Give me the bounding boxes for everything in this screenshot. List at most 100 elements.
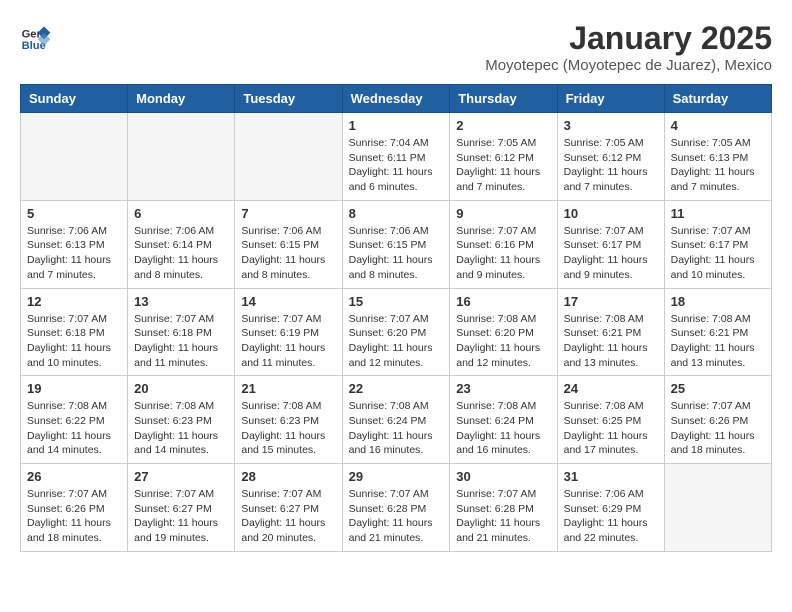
calendar-cell: 16Sunrise: 7:08 AMSunset: 6:20 PMDayligh… (450, 288, 557, 376)
calendar-cell: 17 Sunrise: 7:08 AMSunset: 6:21 PMDayligh… (557, 288, 664, 376)
calendar-cell: 8 Sunrise: 7:06 AMSunset: 6:15 PMDaylight… (342, 200, 450, 288)
day-info: Sunrise: 7:07 AMSunset: 6:26 PMDaylight:… (671, 399, 765, 458)
day-info: Sunrise: 7:08 AMSunset: 6:22 PMDaylight:… (27, 399, 121, 458)
day-info: Sunrise: 7:05 AMSunset: 6:13 PMDaylight:… (671, 136, 765, 195)
day-info: Sunrise: 7:05 AMSunset: 6:12 PMDaylight:… (456, 136, 550, 195)
calendar-header-thursday: Thursday (450, 85, 557, 113)
calendar-cell: 5Sunrise: 7:06 AMSunset: 6:13 PMDaylight… (21, 200, 128, 288)
day-number: 29 (349, 469, 444, 484)
day-info: Sunrise: 7:06 AMSunset: 6:15 PMDaylight:… (349, 224, 444, 283)
calendar-header-friday: Friday (557, 85, 664, 113)
calendar-subtitle: Moyotepec (Moyotepec de Juarez), Mexico (485, 57, 772, 74)
day-number: 27 (134, 469, 228, 484)
calendar-cell: 6Sunrise: 7:06 AMSunset: 6:14 PMDaylight… (128, 200, 235, 288)
calendar-cell: 20Sunrise: 7:08 AMSunset: 6:23 PMDayligh… (128, 376, 235, 464)
day-number: 11 (671, 206, 765, 221)
day-info: Sunrise: 7:07 AMSunset: 6:19 PMDaylight:… (241, 312, 335, 371)
day-info: Sunrise: 7:07 AMSunset: 6:16 PMDaylight:… (456, 224, 550, 283)
day-number: 19 (27, 381, 121, 396)
page-header: Gen Blue January 2025 Moyotepec (Moyotep… (20, 20, 772, 74)
day-number: 23 (456, 381, 550, 396)
day-info: Sunrise: 7:08 AMSunset: 6:23 PMDaylight:… (134, 399, 228, 458)
calendar-cell: 13 Sunrise: 7:07 AMSunset: 6:18 PMDayligh… (128, 288, 235, 376)
logo: Gen Blue (20, 20, 52, 52)
day-info: Sunrise: 7:05 AMSunset: 6:12 PMDaylight:… (564, 136, 658, 195)
day-info: Sunrise: 7:07 AMSunset: 6:18 PMDaylight:… (27, 312, 121, 371)
day-info: Sunrise: 7:07 AMSunset: 6:28 PMDaylight:… (456, 487, 550, 546)
calendar-cell: 24 Sunrise: 7:08 AMSunset: 6:25 PMDayligh… (557, 376, 664, 464)
day-info: Sunrise: 7:07 AMSunset: 6:20 PMDaylight:… (349, 312, 444, 371)
week-row-2: 12Sunrise: 7:07 AMSunset: 6:18 PMDayligh… (21, 288, 772, 376)
day-number: 17 (564, 294, 658, 309)
day-info: Sunrise: 7:08 AMSunset: 6:21 PMDaylight:… (671, 312, 765, 371)
day-number: 8 (349, 206, 444, 221)
day-number: 26 (27, 469, 121, 484)
title-section: January 2025 Moyotepec (Moyotepec de Jua… (485, 20, 772, 74)
calendar-cell (128, 113, 235, 201)
week-row-1: 5Sunrise: 7:06 AMSunset: 6:13 PMDaylight… (21, 200, 772, 288)
day-number: 24 (564, 381, 658, 396)
logo-icon: Gen Blue (20, 20, 52, 52)
day-number: 7 (241, 206, 335, 221)
calendar-cell: 27 Sunrise: 7:07 AMSunset: 6:27 PMDayligh… (128, 464, 235, 552)
day-number: 5 (27, 206, 121, 221)
day-number: 14 (241, 294, 335, 309)
calendar-cell: 26Sunrise: 7:07 AMSunset: 6:26 PMDayligh… (21, 464, 128, 552)
day-number: 15 (349, 294, 444, 309)
calendar-cell: 22Sunrise: 7:08 AMSunset: 6:24 PMDayligh… (342, 376, 450, 464)
day-info: Sunrise: 7:06 AMSunset: 6:29 PMDaylight:… (564, 487, 658, 546)
day-info: Sunrise: 7:08 AMSunset: 6:24 PMDaylight:… (456, 399, 550, 458)
day-number: 3 (564, 118, 658, 133)
day-number: 2 (456, 118, 550, 133)
day-info: Sunrise: 7:07 AMSunset: 6:27 PMDaylight:… (134, 487, 228, 546)
day-info: Sunrise: 7:04 AMSunset: 6:11 PMDaylight:… (349, 136, 444, 195)
day-info: Sunrise: 7:08 AMSunset: 6:24 PMDaylight:… (349, 399, 444, 458)
calendar-cell: 18 Sunrise: 7:08 AMSunset: 6:21 PMDayligh… (664, 288, 771, 376)
calendar-cell: 12Sunrise: 7:07 AMSunset: 6:18 PMDayligh… (21, 288, 128, 376)
calendar-header-sunday: Sunday (21, 85, 128, 113)
day-number: 13 (134, 294, 228, 309)
week-row-0: 1 Sunrise: 7:04 AMSunset: 6:11 PMDaylight… (21, 113, 772, 201)
calendar-header-wednesday: Wednesday (342, 85, 450, 113)
calendar-cell: 25 Sunrise: 7:07 AMSunset: 6:26 PMDayligh… (664, 376, 771, 464)
day-info: Sunrise: 7:08 AMSunset: 6:23 PMDaylight:… (241, 399, 335, 458)
calendar-cell: 7 Sunrise: 7:06 AMSunset: 6:15 PMDaylight… (235, 200, 342, 288)
day-info: Sunrise: 7:07 AMSunset: 6:28 PMDaylight:… (349, 487, 444, 546)
calendar-cell: 29 Sunrise: 7:07 AMSunset: 6:28 PMDayligh… (342, 464, 450, 552)
calendar-cell: 30 Sunrise: 7:07 AMSunset: 6:28 PMDayligh… (450, 464, 557, 552)
day-info: Sunrise: 7:06 AMSunset: 6:15 PMDaylight:… (241, 224, 335, 283)
day-number: 31 (564, 469, 658, 484)
day-number: 1 (349, 118, 444, 133)
calendar-cell: 31 Sunrise: 7:06 AMSunset: 6:29 PMDayligh… (557, 464, 664, 552)
day-number: 10 (564, 206, 658, 221)
calendar-cell: 3 Sunrise: 7:05 AMSunset: 6:12 PMDaylight… (557, 113, 664, 201)
calendar-cell (21, 113, 128, 201)
day-info: Sunrise: 7:07 AMSunset: 6:18 PMDaylight:… (134, 312, 228, 371)
calendar-cell: 28Sunrise: 7:07 AMSunset: 6:27 PMDayligh… (235, 464, 342, 552)
calendar-cell (664, 464, 771, 552)
calendar-title: January 2025 (485, 20, 772, 57)
day-info: Sunrise: 7:08 AMSunset: 6:25 PMDaylight:… (564, 399, 658, 458)
calendar-cell: 11Sunrise: 7:07 AMSunset: 6:17 PMDayligh… (664, 200, 771, 288)
day-info: Sunrise: 7:08 AMSunset: 6:20 PMDaylight:… (456, 312, 550, 371)
calendar-cell: 19 Sunrise: 7:08 AMSunset: 6:22 PMDayligh… (21, 376, 128, 464)
day-number: 9 (456, 206, 550, 221)
day-info: Sunrise: 7:07 AMSunset: 6:27 PMDaylight:… (241, 487, 335, 546)
calendar-header-row: SundayMondayTuesdayWednesdayThursdayFrid… (21, 85, 772, 113)
calendar-table: SundayMondayTuesdayWednesdayThursdayFrid… (20, 84, 772, 552)
calendar-cell: 10 Sunrise: 7:07 AMSunset: 6:17 PMDayligh… (557, 200, 664, 288)
calendar-header-saturday: Saturday (664, 85, 771, 113)
day-info: Sunrise: 7:08 AMSunset: 6:21 PMDaylight:… (564, 312, 658, 371)
calendar-header-monday: Monday (128, 85, 235, 113)
calendar-cell: 2 Sunrise: 7:05 AMSunset: 6:12 PMDaylight… (450, 113, 557, 201)
calendar-cell: 1 Sunrise: 7:04 AMSunset: 6:11 PMDaylight… (342, 113, 450, 201)
calendar-header-tuesday: Tuesday (235, 85, 342, 113)
week-row-3: 19 Sunrise: 7:08 AMSunset: 6:22 PMDayligh… (21, 376, 772, 464)
calendar-cell (235, 113, 342, 201)
calendar-cell: 4Sunrise: 7:05 AMSunset: 6:13 PMDaylight… (664, 113, 771, 201)
day-number: 30 (456, 469, 550, 484)
day-info: Sunrise: 7:07 AMSunset: 6:17 PMDaylight:… (564, 224, 658, 283)
day-number: 18 (671, 294, 765, 309)
calendar-cell: 15 Sunrise: 7:07 AMSunset: 6:20 PMDayligh… (342, 288, 450, 376)
day-number: 25 (671, 381, 765, 396)
